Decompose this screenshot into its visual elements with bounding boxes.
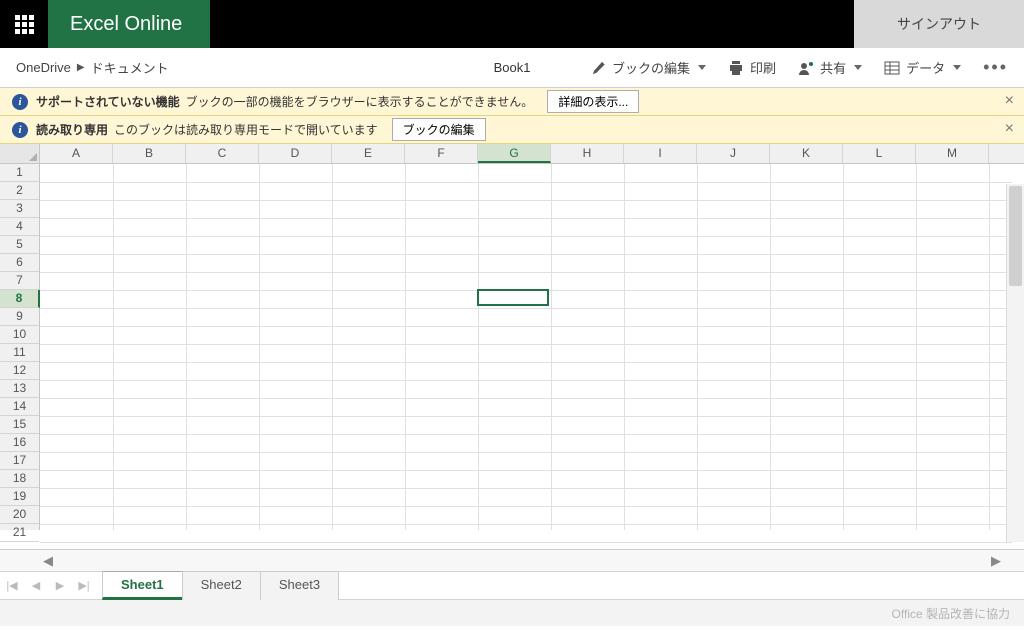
close-icon[interactable]: × <box>1005 92 1014 110</box>
data-icon <box>884 60 900 76</box>
row-header[interactable]: 12 <box>0 362 39 380</box>
details-button[interactable]: 詳細の表示... <box>547 90 639 113</box>
share-menu[interactable]: 共有 <box>798 58 862 77</box>
row-header[interactable]: 17 <box>0 452 39 470</box>
row-header[interactable]: 4 <box>0 218 39 236</box>
column-header[interactable]: L <box>843 144 916 163</box>
close-icon[interactable]: × <box>1005 120 1014 138</box>
info-icon: i <box>12 94 28 110</box>
edit-workbook-menu[interactable]: ブックの編集 <box>592 58 706 77</box>
column-header[interactable]: G <box>478 144 551 163</box>
row-header[interactable]: 16 <box>0 434 39 452</box>
row-header[interactable]: 5 <box>0 236 39 254</box>
breadcrumb[interactable]: OneDrive ▶ ドキュメント <box>16 58 169 77</box>
cell-canvas[interactable] <box>40 164 1024 530</box>
scroll-right-arrow[interactable]: ▶ <box>988 553 1004 569</box>
more-commands-button[interactable]: ••• <box>983 57 1008 78</box>
share-label: 共有 <box>820 58 846 77</box>
sheet-tab[interactable]: Sheet2 <box>182 571 261 600</box>
column-header[interactable]: E <box>332 144 405 163</box>
column-header[interactable]: H <box>551 144 624 163</box>
row-header[interactable]: 18 <box>0 470 39 488</box>
edit-workbook-label: ブックの編集 <box>612 58 690 77</box>
column-header[interactable]: J <box>697 144 770 163</box>
command-bar: OneDrive ▶ ドキュメント Book1 ブックの編集 印刷 共有 データ… <box>0 48 1024 88</box>
row-header[interactable]: 1 <box>0 164 39 182</box>
column-header[interactable]: D <box>259 144 332 163</box>
row-header[interactable]: 6 <box>0 254 39 272</box>
column-header[interactable]: K <box>770 144 843 163</box>
app-name: Excel Online <box>48 0 210 48</box>
vertical-scrollbar[interactable] <box>1006 184 1024 542</box>
breadcrumb-root[interactable]: OneDrive <box>16 60 71 75</box>
chevron-down-icon <box>854 65 862 70</box>
row-header[interactable]: 9 <box>0 308 39 326</box>
spreadsheet-grid: ABCDEFGHIJKLM 12345678910111213141516171… <box>0 144 1024 550</box>
column-headers: ABCDEFGHIJKLM <box>0 144 1024 164</box>
row-headers: 123456789101112131415161718192021 <box>0 164 40 530</box>
chevron-down-icon <box>953 65 961 70</box>
data-menu[interactable]: データ <box>884 58 961 77</box>
row-header[interactable]: 8 <box>0 290 40 308</box>
row-header[interactable]: 14 <box>0 398 39 416</box>
column-header[interactable]: M <box>916 144 989 163</box>
sheet-nav-prev[interactable]: ◀ <box>24 579 48 592</box>
column-header[interactable]: I <box>624 144 697 163</box>
sheet-tab[interactable]: Sheet3 <box>260 571 339 600</box>
active-cell[interactable] <box>477 289 549 306</box>
chevron-down-icon <box>698 65 706 70</box>
document-title[interactable]: Book1 <box>494 60 531 75</box>
readonly-bar: i 読み取り専用 このブックは読み取り専用モードで開いています ブックの編集 × <box>0 116 1024 144</box>
feedback-link[interactable]: Office 製品改善に協力 <box>892 605 1010 622</box>
breadcrumb-folder[interactable]: ドキュメント <box>91 58 169 77</box>
app-launcher-icon[interactable] <box>0 0 48 48</box>
info-icon: i <box>12 122 28 138</box>
pencil-icon <box>592 61 606 75</box>
print-label: 印刷 <box>750 58 776 77</box>
readonly-title: 読み取り専用 <box>36 121 108 138</box>
edit-workbook-button[interactable]: ブックの編集 <box>392 118 486 141</box>
row-header[interactable]: 15 <box>0 416 39 434</box>
row-header[interactable]: 11 <box>0 344 39 362</box>
row-header[interactable]: 19 <box>0 488 39 506</box>
row-header[interactable]: 21 <box>0 524 39 542</box>
sheet-nav-next[interactable]: ▶ <box>48 579 72 592</box>
data-label: データ <box>906 58 945 77</box>
scroll-left-arrow[interactable]: ◀ <box>40 553 56 569</box>
row-header[interactable]: 2 <box>0 182 39 200</box>
horizontal-scrollbar[interactable]: ◀ ▶ <box>0 550 1024 572</box>
print-button[interactable]: 印刷 <box>728 58 776 77</box>
title-bar: Excel Online サインアウト <box>0 0 1024 48</box>
column-header[interactable]: A <box>40 144 113 163</box>
sheet-nav-first[interactable]: |◀ <box>0 579 24 592</box>
unsupported-title: サポートされていない機能 <box>36 93 180 110</box>
print-icon <box>728 60 744 76</box>
status-bar: Office 製品改善に協力 <box>0 600 1024 626</box>
select-all-corner[interactable] <box>0 144 40 163</box>
sheet-nav-last[interactable]: ▶| <box>72 579 96 592</box>
sign-out-button[interactable]: サインアウト <box>854 0 1024 48</box>
column-header[interactable]: B <box>113 144 186 163</box>
row-header[interactable]: 10 <box>0 326 39 344</box>
column-header[interactable]: F <box>405 144 478 163</box>
sheet-tab[interactable]: Sheet1 <box>102 571 183 600</box>
chevron-right-icon: ▶ <box>77 62 85 73</box>
row-header[interactable]: 13 <box>0 380 39 398</box>
row-header[interactable]: 20 <box>0 506 39 524</box>
row-header[interactable]: 3 <box>0 200 39 218</box>
scrollbar-thumb[interactable] <box>1009 186 1022 286</box>
row-header[interactable]: 7 <box>0 272 39 290</box>
share-icon <box>798 60 814 76</box>
unsupported-features-bar: i サポートされていない機能 ブックの一部の機能をブラウザーに表示することができ… <box>0 88 1024 116</box>
unsupported-text: ブックの一部の機能をブラウザーに表示することができません。 <box>186 93 534 110</box>
sheet-tab-bar: |◀ ◀ ▶ ▶| Sheet1Sheet2Sheet3 <box>0 572 1024 600</box>
readonly-text: このブックは読み取り専用モードで開いています <box>114 121 378 138</box>
column-header[interactable]: C <box>186 144 259 163</box>
